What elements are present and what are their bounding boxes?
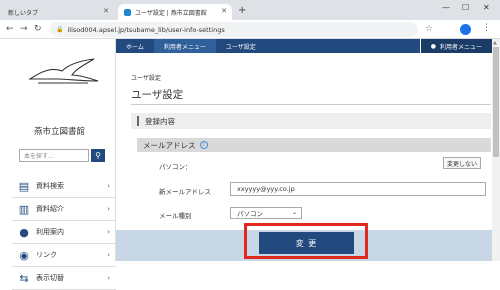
no-change-button[interactable]: 変更しない bbox=[443, 157, 481, 169]
favicon-icon bbox=[124, 8, 131, 16]
library-name: 燕市立図書館 bbox=[34, 127, 86, 137]
chevron-right-icon: › bbox=[107, 228, 110, 236]
new-email-field[interactable]: xxyyyy@yyy.co.jp bbox=[230, 182, 486, 196]
lock-icon: 🔒 bbox=[56, 26, 64, 33]
switch-arrows-icon: ⇆ bbox=[19, 271, 29, 285]
subsection-header: メールアドレス i bbox=[137, 138, 491, 152]
pc-label: パソコン： bbox=[159, 163, 192, 171]
close-window-icon[interactable]: ✕ bbox=[483, 3, 490, 12]
bookmark-star-icon[interactable]: ☆ bbox=[425, 24, 433, 34]
browser-menu-icon[interactable]: ⋮ bbox=[482, 23, 491, 33]
chevron-right-icon: › bbox=[107, 274, 110, 282]
section-title: 登録内容 bbox=[145, 116, 175, 126]
new-email-label: 新メールアドレス bbox=[159, 188, 211, 196]
new-tab-icon[interactable]: + bbox=[238, 5, 246, 16]
sidebar-item-label: 表示切替 bbox=[36, 274, 64, 282]
section-bar bbox=[137, 116, 139, 126]
people-icon: ● bbox=[19, 225, 29, 239]
close-tab-icon[interactable]: ✕ bbox=[103, 7, 109, 15]
reload-icon[interactable]: ↻ bbox=[34, 24, 42, 34]
chevron-right-icon: › bbox=[107, 205, 110, 213]
library-logo bbox=[28, 58, 99, 84]
maximize-icon[interactable]: ☐ bbox=[462, 3, 469, 12]
sidebar-menu: ▤ 資料検索 › ▥ 資料紹介 › ● 利用案内 › ◉ リンク › ⇆ 表示切… bbox=[12, 175, 116, 290]
scroll-up-icon[interactable]: ▲ bbox=[493, 40, 497, 46]
browser-tab-strip: 新しいタブ ✕ ユーザ設定 | 燕市立図書館 ✕ + — ☐ ✕ bbox=[0, 0, 500, 20]
address-bar[interactable]: 🔒 ilisod004.apsel.jp/tsubame_lib/user-in… bbox=[50, 22, 418, 37]
tab-label: 新しいタブ bbox=[8, 9, 39, 17]
subsection-title: メールアドレス bbox=[143, 140, 196, 150]
sidebar-item-search[interactable]: ▤ 資料検索 › bbox=[12, 175, 116, 198]
browser-tab-newtab[interactable]: 新しいタブ ✕ bbox=[2, 4, 114, 20]
title-divider bbox=[131, 104, 491, 105]
mail-type-select[interactable]: パソコン ⌄ bbox=[230, 207, 302, 219]
search-icon: ⚲ bbox=[95, 151, 101, 160]
chevron-right-icon: › bbox=[107, 251, 110, 259]
sidebar-item-links[interactable]: ◉ リンク › bbox=[12, 244, 116, 267]
sidebar-search-input[interactable]: 本を探す… bbox=[19, 149, 89, 162]
scrollbar-thumb[interactable] bbox=[493, 47, 499, 157]
info-icon[interactable]: i bbox=[199, 141, 208, 149]
browser-tab-user-settings[interactable]: ユーザ設定 | 燕市立図書館 ✕ bbox=[118, 4, 232, 20]
sidebar-item-label: リンク bbox=[36, 251, 57, 259]
highlight-box bbox=[244, 223, 368, 259]
sidebar-item-guide[interactable]: ● 利用案内 › bbox=[12, 221, 116, 244]
sidebar-item-introduction[interactable]: ▥ 資料紹介 › bbox=[12, 198, 116, 221]
user-icon: ● bbox=[430, 42, 436, 50]
sidebar-item-label: 利用案内 bbox=[36, 228, 64, 236]
nav-user-settings[interactable]: ユーザ設定 bbox=[216, 42, 266, 51]
forward-icon[interactable]: → bbox=[20, 24, 28, 34]
user-menu-button[interactable]: ● 利用者メニュー bbox=[419, 39, 492, 53]
sidebar-item-display-switch[interactable]: ⇆ 表示切替 › bbox=[12, 267, 116, 290]
chevron-right-icon: › bbox=[107, 182, 110, 190]
site-top-nav: ホーム 利用者メニュー ユーザ設定 ● 利用者メニュー bbox=[116, 39, 492, 53]
section-header: 登録内容 bbox=[131, 113, 491, 129]
url-text: ilisod004.apsel.jp/tsubame_lib/user-info… bbox=[67, 25, 225, 34]
book-icon: ▥ bbox=[18, 202, 30, 216]
user-menu-label: 利用者メニュー bbox=[439, 43, 482, 51]
vertical-scrollbar[interactable]: ▲ bbox=[492, 39, 500, 261]
tab-label: ユーザ設定 | 燕市立図書館 bbox=[135, 9, 207, 17]
search-button[interactable]: ⚲ bbox=[91, 149, 105, 162]
sidebar: 燕市立図書館 本を探す… ⚲ ▤ 資料検索 › ▥ 資料紹介 › ● 利用案内 … bbox=[12, 39, 116, 290]
sidebar-item-label: 資料検索 bbox=[36, 182, 64, 190]
page-title: ユーザ設定 bbox=[131, 89, 184, 101]
account-avatar-icon[interactable] bbox=[460, 24, 471, 35]
breadcrumb: ユーザ設定 bbox=[131, 75, 161, 82]
browser-toolbar: ← → ↻ 🔒 ilisod004.apsel.jp/tsubame_lib/u… bbox=[0, 20, 500, 39]
nav-home[interactable]: ホーム bbox=[116, 42, 154, 51]
nav-user-menu[interactable]: 利用者メニュー bbox=[153, 39, 216, 53]
chevron-down-icon: ⌄ bbox=[291, 209, 297, 216]
mail-type-label: メール種別 bbox=[159, 212, 192, 220]
minimize-icon[interactable]: — bbox=[442, 3, 450, 12]
search-book-icon: ▤ bbox=[18, 179, 30, 193]
back-icon[interactable]: ← bbox=[6, 24, 14, 34]
mail-type-value: パソコン bbox=[237, 210, 263, 218]
sidebar-item-label: 資料紹介 bbox=[36, 205, 64, 213]
user-link-icon: ◉ bbox=[19, 248, 29, 262]
close-tab-icon[interactable]: ✕ bbox=[221, 7, 227, 15]
